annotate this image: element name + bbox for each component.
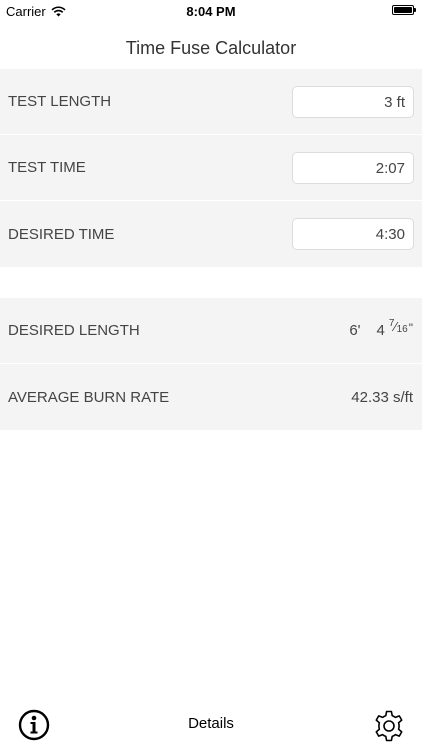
desired-time-input[interactable] (292, 218, 414, 250)
average-burn-rate-value: 42.33 s/ft (351, 388, 413, 406)
test-time-row: TEST TIME (0, 135, 422, 201)
desired-length-row: DESIRED LENGTH 6' 4 7 ⁄ 16 " (0, 298, 422, 364)
bottom-toolbar: Details (0, 704, 422, 750)
inputs-section: TEST LENGTH TEST TIME DESIRED TIME (0, 69, 422, 267)
settings-button[interactable] (372, 709, 406, 743)
details-button[interactable]: Details (161, 715, 261, 732)
desired-length-fraction: 7 ⁄ 16 (389, 318, 408, 335)
status-bar: Carrier 8:04 PM (0, 0, 422, 22)
results-section: DESIRED LENGTH 6' 4 7 ⁄ 16 " AVERAGE BUR… (0, 298, 422, 430)
info-circle-icon (18, 709, 50, 741)
inch-mark: " (408, 320, 413, 335)
test-time-input[interactable] (292, 152, 414, 184)
desired-length-label: DESIRED LENGTH (8, 322, 140, 339)
test-length-row: TEST LENGTH (0, 69, 422, 135)
desired-length-inches: 4 (376, 322, 385, 339)
fraction-denominator: 16 (396, 324, 408, 335)
desired-time-row: DESIRED TIME (0, 201, 422, 267)
info-button[interactable] (18, 709, 50, 741)
page-title: Time Fuse Calculator (125, 38, 297, 58)
average-burn-rate-row: AVERAGE BURN RATE 42.33 s/ft (0, 364, 422, 430)
average-burn-rate-label: AVERAGE BURN RATE (8, 388, 170, 406)
status-time: 8:04 PM (186, 4, 236, 19)
test-length-input[interactable] (292, 86, 414, 118)
desired-time-label: DESIRED TIME (8, 225, 115, 243)
test-length-label: TEST LENGTH (8, 93, 112, 110)
test-time-label: TEST TIME (8, 159, 86, 176)
desired-length-feet: 6' (349, 322, 361, 339)
desired-length-value: 6' 4 7 ⁄ 16 " (349, 298, 413, 363)
gear-icon (375, 710, 403, 742)
battery-icon (392, 5, 416, 15)
